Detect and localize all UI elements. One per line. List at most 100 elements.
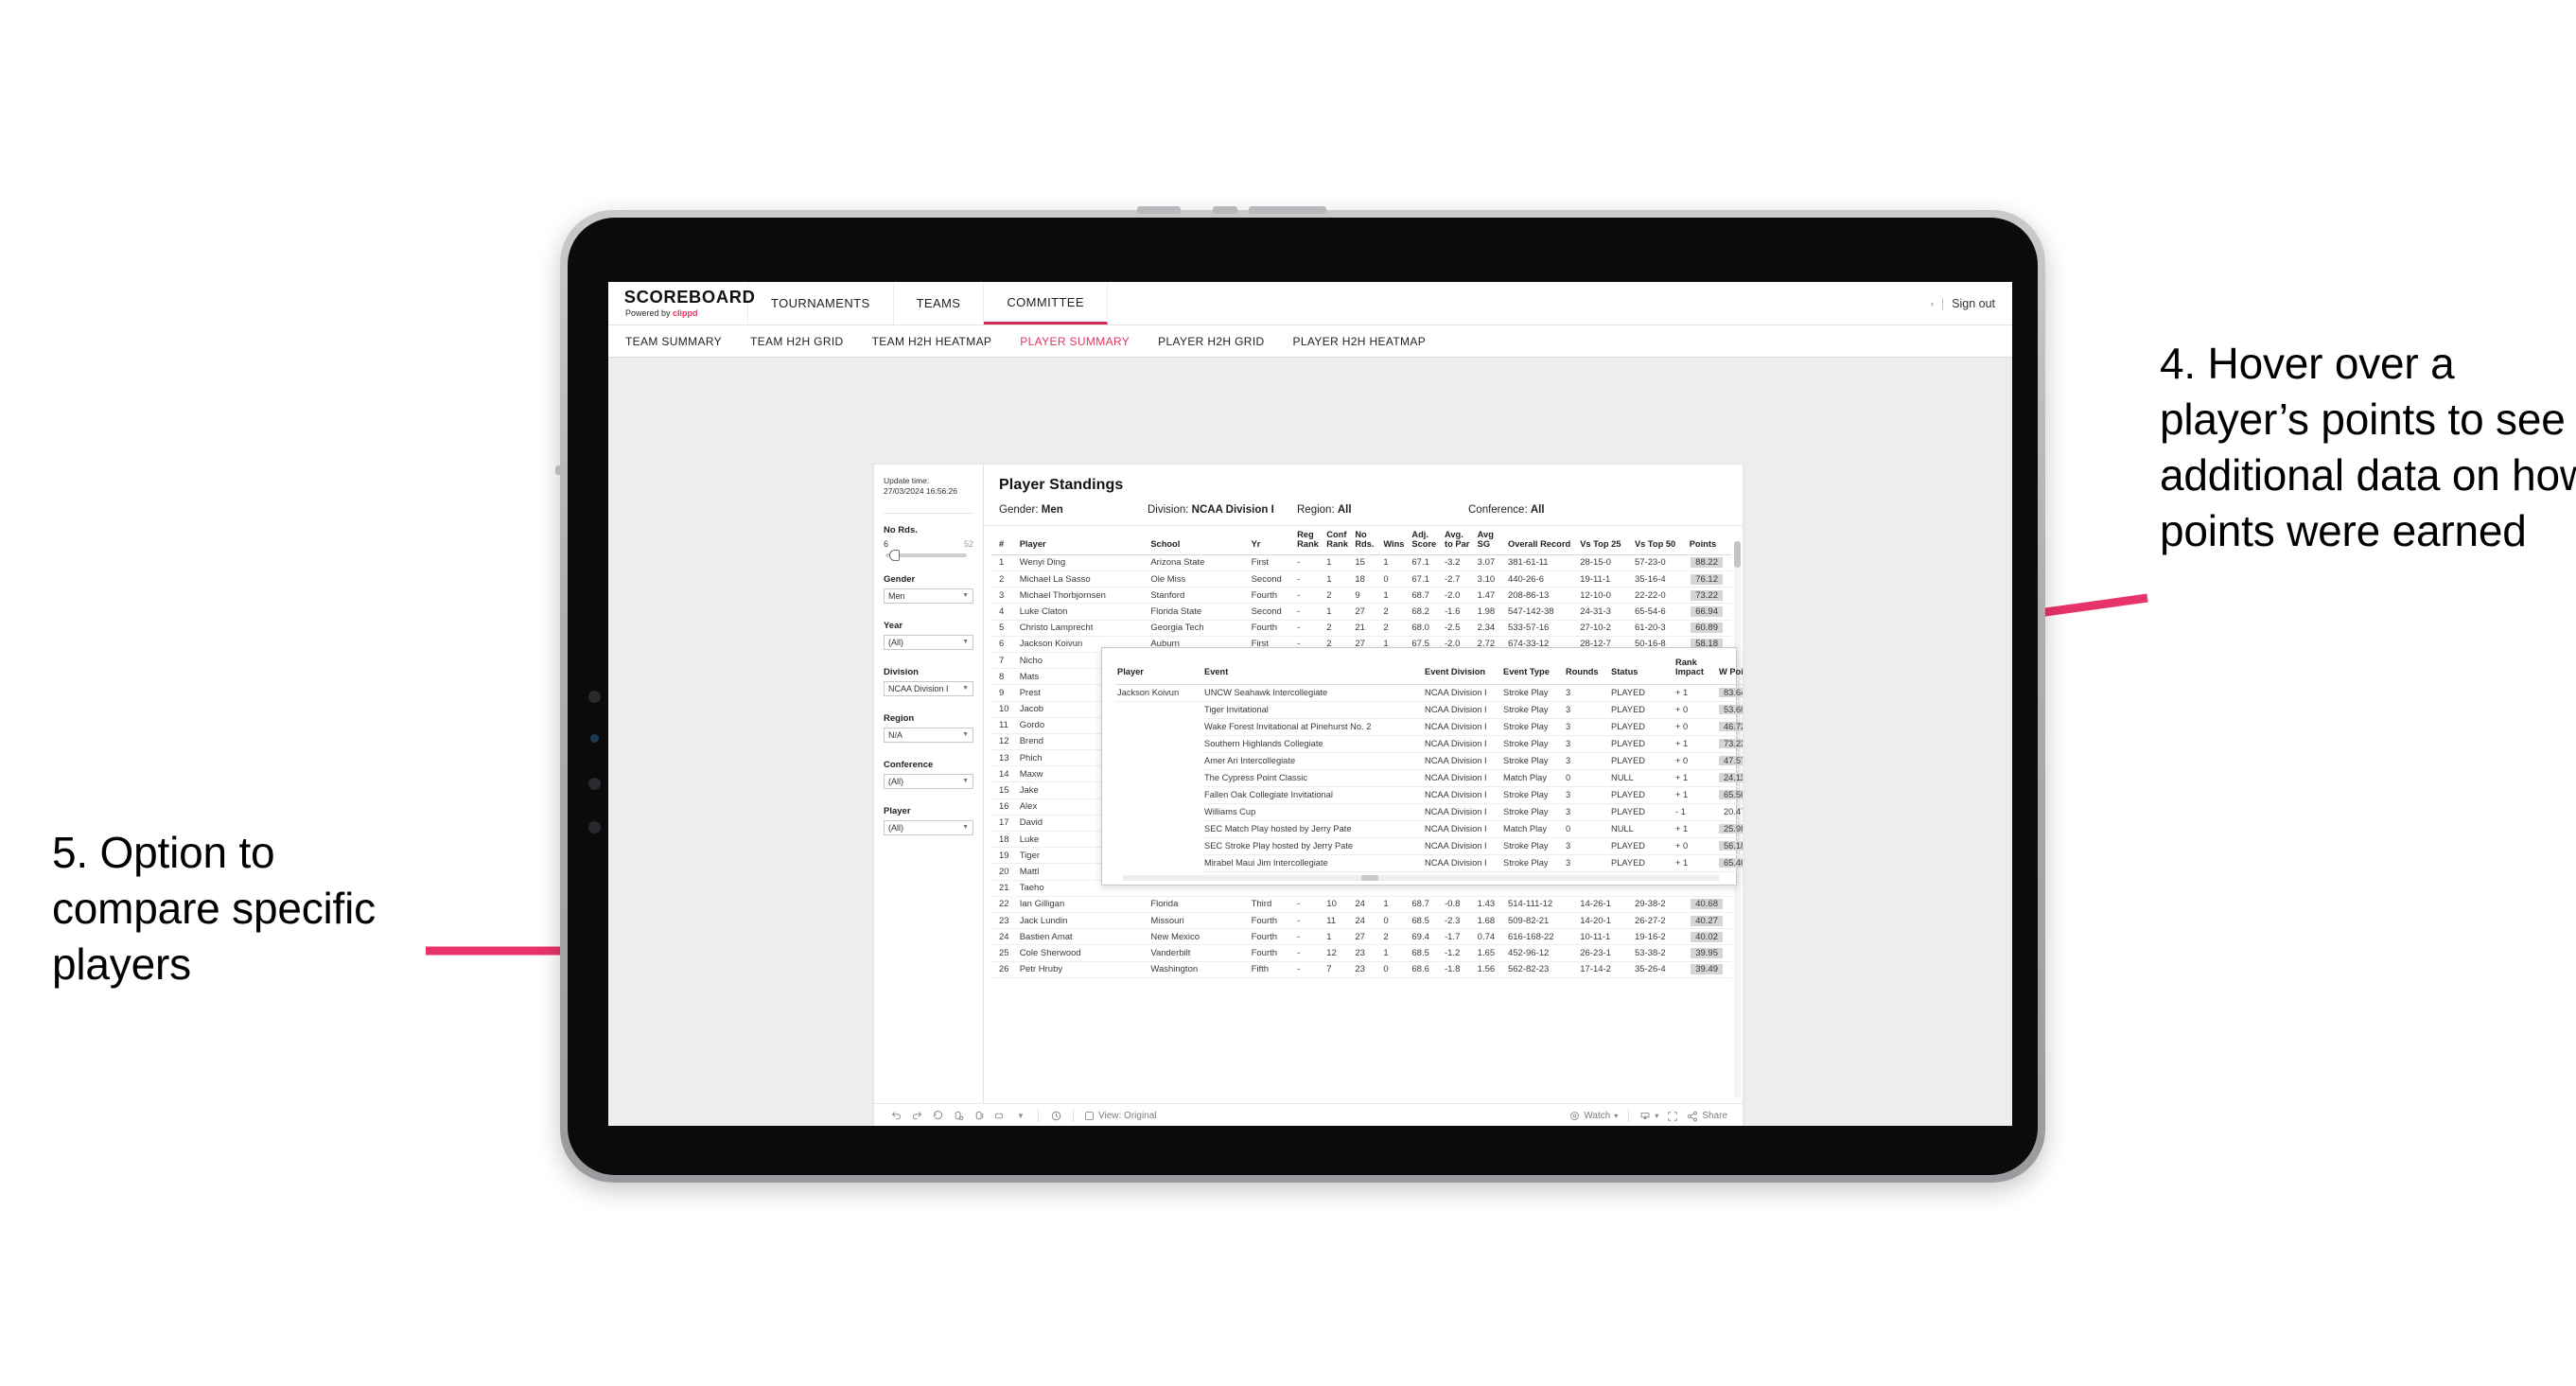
view-original-button[interactable]: View: Original (1080, 1111, 1161, 1121)
table-row[interactable]: 2 Michael La Sasso Ole Miss Second -1 18 0 67.1… (991, 570, 1731, 588)
table-row[interactable]: 24 Bastien Amat New Mexico Fourth -1 27 2 69.4-… (991, 928, 1731, 946)
tooltip-points-value: 20.47 (1724, 807, 1743, 817)
no-rounds-slider[interactable] (885, 549, 967, 561)
region-select[interactable]: N/A ▼ (884, 727, 973, 743)
tooltip-cell-w-points: 25.98 (1717, 820, 1743, 838)
player-select[interactable]: (All) ▼ (884, 819, 973, 835)
refresh-data-icon[interactable] (969, 1110, 990, 1122)
table-row[interactable]: 26 Petr Hruby Washington Fifth -7 23 0 68.6 -1.8… (991, 961, 1731, 978)
table-row[interactable]: 25 Cole Sherwood Vanderbilt Fourth -12 23 1 68.… (991, 944, 1731, 962)
slider-handle[interactable] (889, 549, 900, 561)
sub-tab-player-h2h-heatmap[interactable]: PLAYER H2H HEATMAP (1293, 335, 1443, 348)
tooltip-cell-rounds: 3 (1564, 837, 1609, 855)
col-avg-sg[interactable]: Avg SG (1475, 526, 1506, 555)
sign-out-link[interactable]: Sign out (1952, 297, 1995, 310)
year-select[interactable]: (All) ▼ (884, 634, 973, 650)
gender-select[interactable]: Men ▼ (884, 588, 973, 604)
sub-tab-player-h2h-grid[interactable]: PLAYER H2H GRID (1158, 335, 1280, 348)
sub-tab-team-h2h-grid[interactable]: TEAM H2H GRID (750, 335, 860, 348)
col-points[interactable]: Points (1687, 526, 1731, 555)
col-yr[interactable]: Yr (1249, 526, 1296, 555)
cell-points[interactable]: 39.95 (1687, 944, 1731, 962)
tooltip-col-player: Player (1115, 657, 1202, 685)
cell-points[interactable]: 60.89 (1687, 620, 1731, 637)
download-button[interactable]: ▾ (1636, 1111, 1662, 1122)
pause-auto-updates-icon[interactable] (1045, 1110, 1066, 1122)
col-conf-rank[interactable]: Conf Rank (1324, 526, 1354, 555)
tooltip-horizontal-scrollbar[interactable] (1123, 874, 1719, 881)
cell-atp: -2.3 (1443, 912, 1476, 930)
pause-refresh-icon[interactable] (948, 1110, 969, 1122)
col-vs-top-25[interactable]: Vs Top 25 (1578, 526, 1633, 555)
cell-player: Bastien Amat (1017, 928, 1149, 946)
brand-logo[interactable]: SCOREBOARD Powered by clippd (608, 282, 755, 325)
cell-points[interactable]: 40.68 (1687, 896, 1731, 913)
cell-conf: 1 (1324, 554, 1354, 572)
tooltip-row: Fallen Oak Collegiate Invitational NCAA D… (1115, 786, 1743, 804)
sub-tab-team-summary[interactable]: TEAM SUMMARY (625, 335, 738, 348)
tooltip-cell-w-points: 47.57 (1717, 752, 1743, 770)
share-button[interactable]: Share (1683, 1111, 1731, 1122)
cell-rank: 11 (991, 717, 1018, 734)
cell-points[interactable]: 39.49 (1687, 961, 1731, 978)
conference-select[interactable]: (All) ▼ (884, 773, 973, 789)
cell-record: 547-142-38 (1505, 603, 1579, 621)
tooltip-cell-w-points: 65.50 (1717, 786, 1743, 804)
tooltip-col-rank-impact: Rank Impact (1674, 657, 1717, 685)
cell-rank: 10 (991, 701, 1018, 718)
cell-points[interactable]: 40.02 (1687, 928, 1731, 946)
tooltip-col-type: Event Type (1501, 657, 1564, 685)
col-avg-to-par[interactable]: Avg. to Par (1443, 526, 1476, 555)
cell-player: Petr Hruby (1017, 961, 1149, 978)
cell-points[interactable]: 73.22 (1687, 587, 1731, 605)
col-reg-rank[interactable]: Reg Rank (1295, 526, 1325, 555)
toolbar-divider-3 (1628, 1110, 1630, 1122)
cell-t25: 27-10-2 (1578, 620, 1633, 637)
cell-points[interactable]: 88.22 (1687, 554, 1731, 572)
table-row[interactable]: 22 Ian Gilligan Florida Third -10 24 1 68.7 -0.8… (991, 896, 1731, 913)
vertical-scrollbar-thumb[interactable] (1734, 541, 1741, 568)
cell-conf: 1 (1324, 603, 1354, 621)
watch-button[interactable]: Watch ▾ (1566, 1111, 1621, 1121)
nav-tab-committee[interactable]: COMMITTEE (984, 282, 1108, 325)
undo-icon[interactable] (885, 1110, 906, 1122)
cell-points[interactable]: 76.12 (1687, 570, 1731, 588)
table-row[interactable]: 3 Michael Thorbjornsen Stanford Fourth -2 9 1 6… (991, 587, 1731, 605)
nav-tab-teams[interactable]: TEAMS (894, 282, 985, 325)
nav-tab-tournaments[interactable]: TOURNAMENTS (748, 282, 894, 325)
cell-points[interactable]: 66.94 (1687, 603, 1731, 621)
table-row[interactable]: 4 Luke Claton Florida State Second -1 27 2 68.2… (991, 603, 1731, 621)
redo-icon[interactable] (906, 1110, 927, 1122)
tooltip-cell-w-points: 73.23 (1717, 735, 1743, 753)
tooltip-cell-type: Stroke Play (1501, 786, 1564, 804)
tooltip-points-value: 73.23 (1719, 739, 1743, 749)
col-player[interactable]: Player (1017, 526, 1149, 555)
table-row[interactable]: 5 Christo Lamprecht Georgia Tech Fourth -2 21… (991, 620, 1731, 637)
device-layout-icon[interactable] (990, 1110, 1010, 1122)
tooltip-cell-event: Mirabel Maui Jim Intercollegiate (1202, 854, 1423, 872)
col-vs-top-50[interactable]: Vs Top 50 (1632, 526, 1688, 555)
cell-sg: 3.10 (1475, 570, 1506, 588)
cell-rank: 2 (991, 570, 1018, 588)
col-adj-score[interactable]: Adj. Score (1410, 526, 1444, 555)
tooltip-cell-event: SEC Match Play hosted by Jerry Pate (1202, 820, 1423, 838)
col-overall-record[interactable]: Overall Record (1505, 526, 1579, 555)
col-school[interactable]: School (1148, 526, 1250, 555)
sub-tab-player-summary[interactable]: PLAYER SUMMARY (1020, 335, 1146, 348)
division-select[interactable]: NCAA Division I ▼ (884, 680, 973, 696)
cell-points[interactable]: 40.27 (1687, 912, 1731, 930)
tooltip-row: Jackson Koivun UNCW Seahawk Intercollegia… (1115, 684, 1743, 702)
fullscreen-icon[interactable] (1662, 1111, 1683, 1122)
tooltip-cell-player (1115, 820, 1202, 837)
sub-tab-team-h2h-heatmap[interactable]: TEAM H2H HEATMAP (872, 335, 1008, 348)
table-row[interactable]: 1 Wenyi Ding Arizona State First -1 15 1 67.1 -3… (991, 554, 1731, 572)
col-wins[interactable]: Wins (1381, 526, 1411, 555)
col-no-rds[interactable]: No Rds. (1353, 526, 1382, 555)
chevron-right-icon[interactable]: › (1931, 299, 1934, 308)
revert-icon[interactable] (927, 1110, 948, 1122)
tooltip-row: The Cypress Point Classic NCAA Division I… (1115, 769, 1743, 787)
table-row[interactable]: 23 Jack Lundin Missouri Fourth -11 24 0 68.5 -2.… (991, 912, 1731, 930)
col-rank[interactable]: # (991, 526, 1018, 555)
device-layout-caret-icon[interactable]: ▼ (1010, 1112, 1031, 1120)
share-label: Share (1702, 1111, 1727, 1121)
